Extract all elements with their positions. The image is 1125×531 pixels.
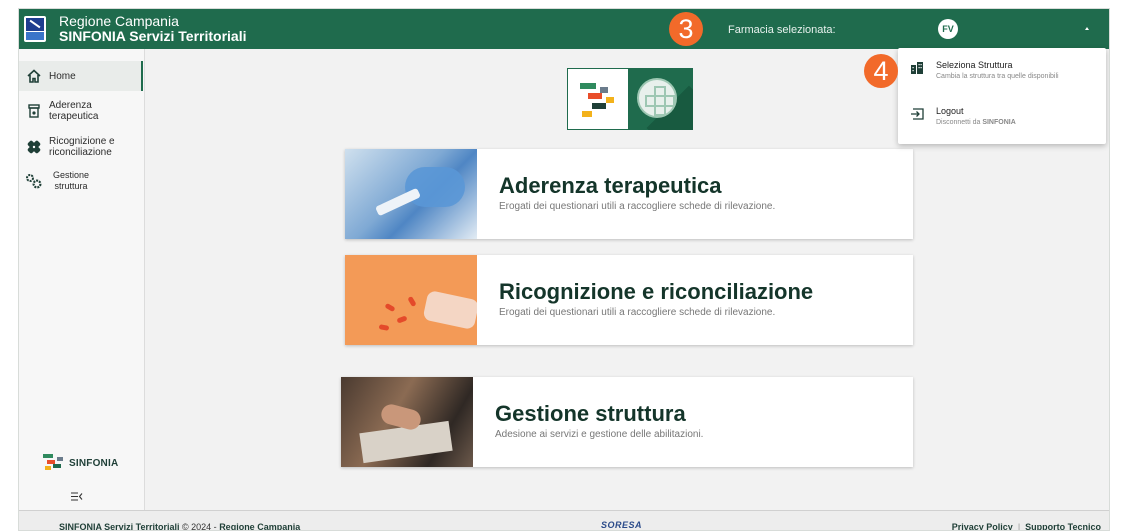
footer: SINFONIA Servizi Territoriali © 2024 - R… [19,510,1109,531]
logout-icon [898,100,936,140]
browser-frame: Regione Campania SINFONIA Servizi Territ… [18,8,1110,531]
card-title: Gestione struttura [495,401,686,426]
header-title-region: Regione Campania [59,13,179,29]
bandage-icon [19,139,49,155]
step-badge-3: 3 [669,12,703,46]
sidebar-item-aderenza[interactable]: Aderenza terapeutica [19,97,143,125]
gears-icon [19,173,49,189]
menu-item-title: Logout [936,106,964,116]
user-menu-caret-icon[interactable] [1085,27,1089,30]
pharmacy-cross-icon [637,78,677,118]
sidebar-item-gestione[interactable]: Gestione struttura [19,167,143,195]
sidebar-item-ricognizione[interactable]: Ricognizione e riconciliazione [19,133,143,161]
logout-desc-app: SINFONIA [982,119,1016,126]
sinfonia-hero-logo [567,68,693,130]
menu-item-seleziona-struttura[interactable]: Seleziona Struttura Cambia la struttura … [898,54,1106,94]
home-icon [19,69,49,83]
card-title: Ricognizione e riconciliazione [499,279,814,304]
footer-app-name: SINFONIA Servizi Territoriali [59,522,180,531]
sidebar-item-label: Home [49,70,76,82]
step-badge-4: 4 [864,54,898,88]
menu-item-title: Seleziona Struttura [936,60,1013,70]
card-aderenza[interactable]: Aderenza terapeutica Erogati dei questio… [345,149,913,239]
top-header: Regione Campania SINFONIA Servizi Territ… [19,9,1109,49]
card-subtitle: Erogati dei questionari utili a raccogli… [499,201,776,212]
footer-year: © 2024 - [179,522,220,531]
card-ricognizione[interactable]: Ricognizione e riconciliazione Erogati d… [345,255,913,345]
header-title-app: SINFONIA Servizi Territoriali [59,28,247,44]
card-subtitle: Adesione ai servizi e gestione delle abi… [495,429,704,440]
menu-item-logout[interactable]: Logout Disconnetti da SINFONIA [898,100,1106,140]
app-root: Regione Campania SINFONIA Servizi Territ… [0,0,1125,531]
collapse-menu-icon[interactable] [71,492,83,504]
building-icon [898,54,936,94]
card-subtitle: Erogati dei questionari utili a raccogli… [499,307,776,318]
selected-pharmacy-label: Farmacia selezionata: [728,24,836,36]
sidebar-item-home[interactable]: Home [19,61,143,91]
soresa-logo: SORESA [601,520,643,530]
card-image-pills [345,255,477,345]
pill-bottle-icon [19,104,49,118]
menu-item-desc: Cambia la struttura tra quelle disponibi… [936,73,1059,80]
footer-separator: | [1017,522,1021,531]
sidebar-item-label: Gestione struttura [52,170,90,191]
sidebar-item-label: Ricognizione e riconciliazione [49,136,115,158]
card-image-gloves [345,149,477,239]
card-title: Aderenza terapeutica [499,173,722,198]
sidebar-item-label: Aderenza terapeutica [49,100,99,122]
regione-campania-logo[interactable] [24,16,46,42]
sidebar: Home Aderenza terapeutica Ricognizione e… [19,49,145,510]
user-dropdown-menu: Seleziona Struttura Cambia la struttura … [898,48,1106,144]
sinfonia-logo: SINFONIA [43,454,118,472]
footer-org-link[interactable]: Regione Campania [219,522,300,530]
privacy-policy-link[interactable]: Privacy Policy [952,522,1013,530]
support-link[interactable]: Supporto Tecnico [1025,522,1101,530]
sinfonia-mark-icon [43,454,63,470]
sinfonia-brand-text: SINFONIA [69,457,119,469]
footer-copyright: SINFONIA Servizi Territoriali © 2024 - R… [59,522,300,531]
menu-item-desc: Disconnetti da SINFONIA [936,119,1016,126]
logout-desc-prefix: Disconnetti da [936,119,983,126]
card-image-documents [341,377,473,467]
card-gestione[interactable]: Gestione struttura Adesione ai servizi e… [341,377,913,467]
user-avatar[interactable]: FV [938,19,958,39]
footer-links: Privacy Policy | Supporto Tecnico [952,522,1101,531]
